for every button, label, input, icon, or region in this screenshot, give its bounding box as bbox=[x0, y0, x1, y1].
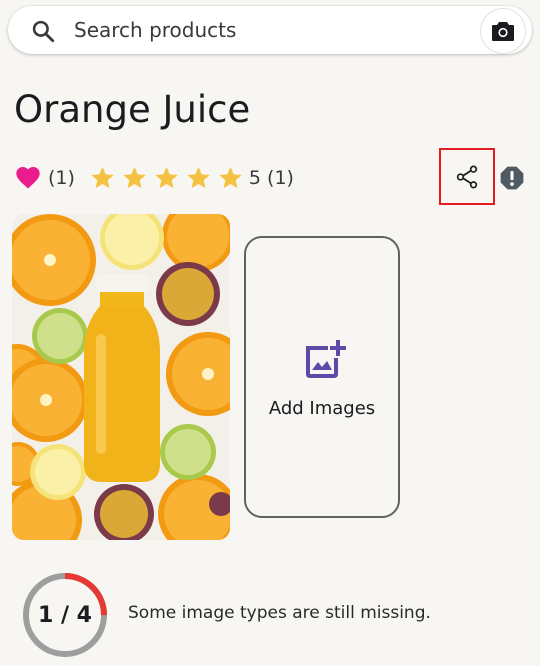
page-title: Orange Juice bbox=[14, 88, 251, 131]
star-icon bbox=[219, 166, 242, 188]
star-icon bbox=[155, 166, 178, 188]
orange-juice-photo bbox=[12, 214, 230, 540]
star-icon bbox=[91, 166, 114, 188]
search-bar[interactable]: Search products bbox=[8, 6, 532, 54]
search-input[interactable]: Search products bbox=[74, 18, 236, 42]
add-photo-icon bbox=[306, 340, 346, 378]
status-message: Some image types are still missing. bbox=[128, 603, 431, 623]
product-image[interactable] bbox=[12, 214, 230, 540]
share-button[interactable] bbox=[439, 148, 495, 205]
rating-score: 5 (1) bbox=[248, 167, 294, 189]
star-icon bbox=[187, 166, 210, 188]
camera-icon bbox=[492, 22, 514, 41]
add-images-label: Add Images bbox=[268, 398, 376, 419]
camera-button[interactable] bbox=[480, 8, 526, 54]
favorite-heart-icon[interactable] bbox=[14, 164, 42, 192]
rating-row: (1) 5 (1) bbox=[14, 162, 294, 194]
star-rating bbox=[89, 165, 249, 192]
star-icon bbox=[123, 166, 146, 188]
report-icon[interactable] bbox=[499, 165, 525, 191]
share-icon bbox=[456, 165, 478, 188]
search-icon bbox=[32, 20, 55, 43]
favorites-count: (1) bbox=[48, 167, 75, 189]
progress-label: 1 / 4 bbox=[38, 602, 92, 628]
add-images-button[interactable]: Add Images bbox=[244, 236, 400, 518]
